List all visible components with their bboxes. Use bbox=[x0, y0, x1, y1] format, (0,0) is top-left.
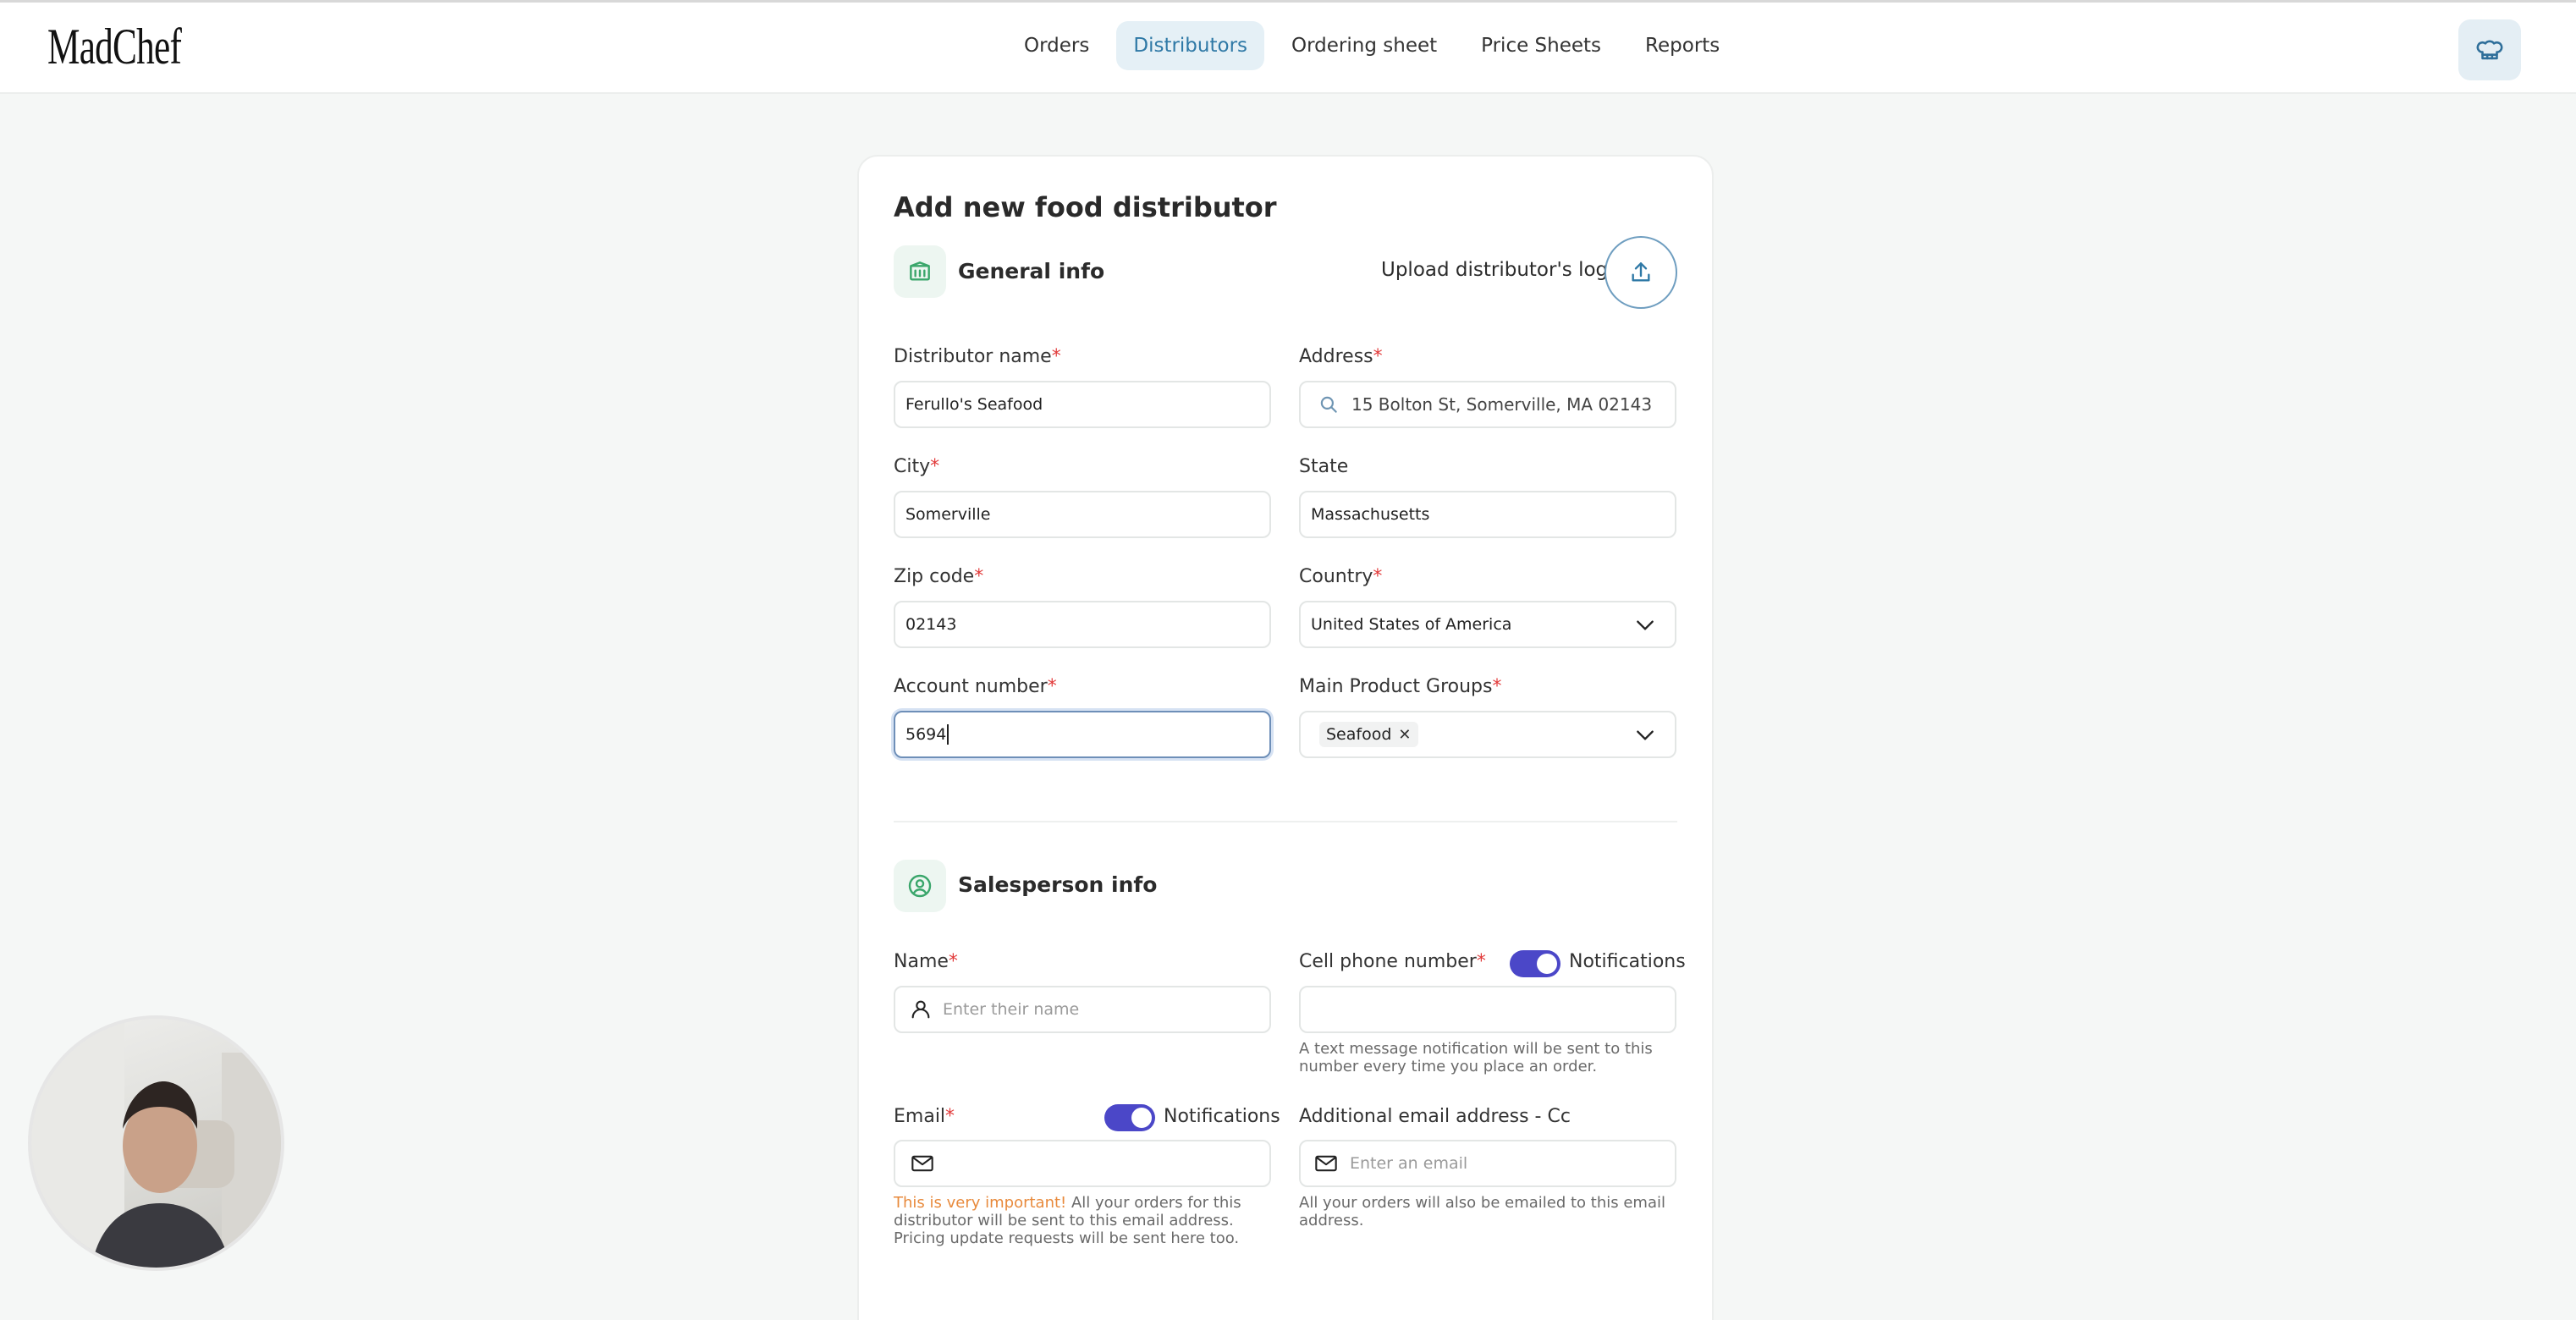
cc-email-label: Additional email address - Cc bbox=[1299, 1106, 1571, 1127]
country-value: United States of America bbox=[1311, 615, 1512, 634]
product-groups-select[interactable]: Seafood ✕ bbox=[1299, 711, 1676, 758]
phone-notifications-label: Notifications bbox=[1569, 951, 1686, 972]
state-label: State bbox=[1299, 456, 1349, 477]
webcam-overlay bbox=[28, 1015, 284, 1271]
search-icon bbox=[1320, 396, 1337, 413]
general-info-title: General info bbox=[958, 259, 1105, 283]
cc-email-placeholder: Enter an email bbox=[1350, 1154, 1468, 1173]
upload-icon bbox=[1632, 262, 1650, 282]
zip-code-label: Zip code* bbox=[894, 566, 984, 587]
email-help: This is very important! All your orders … bbox=[894, 1194, 1271, 1247]
general-info-badge bbox=[894, 245, 946, 298]
state-value: Massachusetts bbox=[1311, 505, 1430, 524]
phone-notifications-toggle[interactable] bbox=[1510, 950, 1560, 977]
toggle-knob bbox=[1131, 1108, 1152, 1128]
product-group-tag-label: Seafood bbox=[1326, 725, 1392, 744]
email-input[interactable] bbox=[894, 1140, 1271, 1187]
salesperson-name-label: Name* bbox=[894, 951, 958, 972]
chef-hat-icon bbox=[2476, 40, 2503, 60]
upload-logo-button[interactable] bbox=[1604, 236, 1677, 309]
zip-code-input[interactable]: 02143 bbox=[894, 601, 1271, 648]
chevron-down-icon bbox=[1637, 620, 1654, 630]
zip-code-value: 02143 bbox=[905, 615, 957, 634]
city-value: Somerville bbox=[905, 505, 991, 524]
account-number-input[interactable]: 5694 bbox=[894, 711, 1271, 758]
nav-distributors[interactable]: Distributors bbox=[1116, 21, 1265, 70]
email-notifications-toggle[interactable] bbox=[1104, 1104, 1155, 1131]
country-label: Country* bbox=[1299, 566, 1383, 587]
address-label: Address* bbox=[1299, 346, 1383, 367]
user-circle-icon bbox=[908, 874, 932, 898]
cell-phone-label: Cell phone number* bbox=[1299, 951, 1486, 972]
product-groups-label: Main Product Groups* bbox=[1299, 676, 1502, 697]
account-number-label: Account number* bbox=[894, 676, 1057, 697]
salesperson-name-input[interactable]: Enter their name bbox=[894, 986, 1271, 1033]
nav-ordering-sheet[interactable]: Ordering sheet bbox=[1274, 21, 1454, 70]
page-title: Add new food distributor bbox=[894, 191, 1277, 223]
presenter-video bbox=[31, 1019, 281, 1268]
state-input[interactable]: Massachusetts bbox=[1299, 491, 1676, 538]
nav-orders[interactable]: Orders bbox=[1007, 21, 1106, 70]
city-input[interactable]: Somerville bbox=[894, 491, 1271, 538]
city-label: City* bbox=[894, 456, 940, 477]
address-value: 15 Bolton St, Somerville, MA 02143 bbox=[1351, 394, 1653, 415]
nav-price-sheets[interactable]: Price Sheets bbox=[1464, 21, 1618, 70]
top-navbar: MadChef Orders Distributors Ordering she… bbox=[0, 3, 2576, 94]
account-number-value: 5694 bbox=[905, 725, 947, 744]
cc-email-input[interactable]: Enter an email bbox=[1299, 1140, 1676, 1187]
distributor-name-label: Distributor name* bbox=[894, 346, 1061, 367]
distributor-name-input[interactable]: Ferullo's Seafood bbox=[894, 381, 1271, 428]
section-divider bbox=[894, 821, 1677, 822]
building-icon bbox=[910, 261, 930, 281]
country-select[interactable]: United States of America bbox=[1299, 601, 1676, 648]
remove-tag-icon[interactable]: ✕ bbox=[1398, 726, 1411, 744]
product-group-tag: Seafood ✕ bbox=[1319, 722, 1418, 747]
mail-icon bbox=[1315, 1155, 1337, 1172]
cell-phone-input[interactable] bbox=[1299, 986, 1676, 1033]
toggle-knob bbox=[1537, 954, 1557, 974]
nav-reports[interactable]: Reports bbox=[1628, 21, 1737, 70]
profile-button[interactable] bbox=[2458, 19, 2521, 80]
brand-logo[interactable]: MadChef bbox=[47, 18, 182, 76]
user-icon bbox=[911, 1000, 930, 1019]
main-nav: Orders Distributors Ordering sheet Price… bbox=[1007, 21, 1737, 70]
email-help-warning: This is very important! bbox=[894, 1194, 1067, 1212]
email-label: Email* bbox=[894, 1106, 955, 1127]
salesperson-name-placeholder: Enter their name bbox=[943, 1000, 1080, 1019]
mail-icon bbox=[911, 1155, 933, 1172]
email-notifications-label: Notifications bbox=[1164, 1106, 1280, 1127]
cell-phone-help: A text message notification will be sent… bbox=[1299, 1040, 1653, 1075]
upload-logo-label: Upload distributor's logo bbox=[1381, 259, 1621, 281]
address-input[interactable]: 15 Bolton St, Somerville, MA 02143 bbox=[1299, 381, 1676, 428]
cc-email-help: All your orders will also be emailed to … bbox=[1299, 1194, 1666, 1229]
chevron-down-icon bbox=[1637, 730, 1654, 740]
salesperson-info-badge bbox=[894, 860, 946, 912]
salesperson-info-title: Salesperson info bbox=[958, 872, 1158, 897]
distributor-name-value: Ferullo's Seafood bbox=[905, 395, 1043, 414]
text-caret bbox=[947, 724, 949, 745]
